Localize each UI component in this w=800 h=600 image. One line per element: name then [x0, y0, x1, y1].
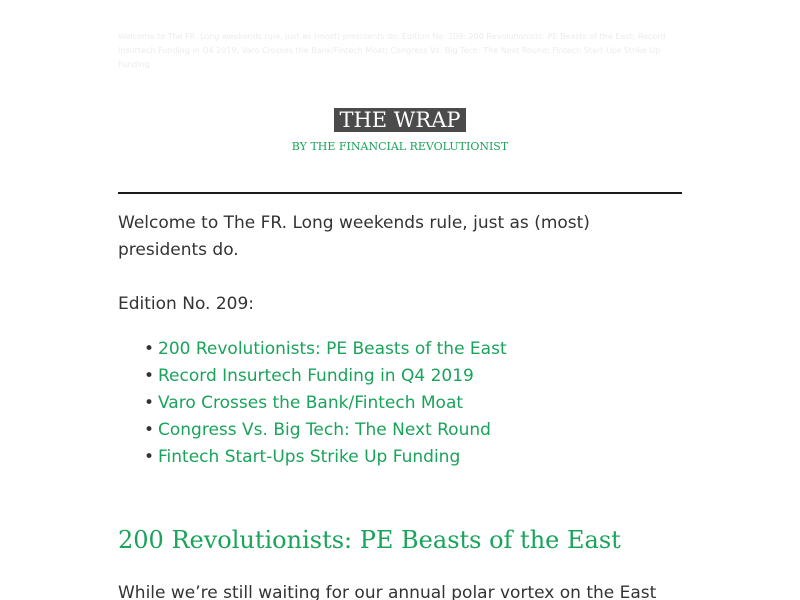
masthead: THE WRAP BY THE FINANCIAL REVOLUTIONIST	[0, 108, 800, 153]
email-preheader: Welcome to The FR. Long weekends rule, j…	[118, 32, 666, 69]
toc-link-insurtech-funding[interactable]: Record Insurtech Funding in Q4 2019	[158, 366, 474, 386]
newsletter-page: Welcome to The FR. Long weekends rule, j…	[0, 0, 800, 600]
toc-link-startup-funding[interactable]: Fintech Start-Ups Strike Up Funding	[158, 447, 460, 467]
table-of-contents: 200 Revolutionists: PE Beasts of the Eas…	[140, 336, 507, 471]
toc-item: Varo Crosses the Bank/Fintech Moat	[144, 390, 507, 417]
toc-link-varo[interactable]: Varo Crosses the Bank/Fintech Moat	[158, 393, 463, 413]
section-lead-paragraph: While we’re still waiting for our annual…	[118, 583, 657, 600]
toc-item: Fintech Start-Ups Strike Up Funding	[144, 444, 507, 471]
intro-paragraph: Welcome to The FR. Long weekends rule, j…	[118, 213, 590, 260]
section-heading: 200 Revolutionists: PE Beasts of the Eas…	[118, 526, 621, 554]
toc-item: Congress Vs. Big Tech: The Next Round	[144, 417, 507, 444]
toc-item: 200 Revolutionists: PE Beasts of the Eas…	[144, 336, 507, 363]
newsletter-byline[interactable]: BY THE FINANCIAL REVOLUTIONIST	[0, 140, 800, 153]
newsletter-title: THE WRAP	[334, 108, 466, 132]
toc-link-congress-big-tech[interactable]: Congress Vs. Big Tech: The Next Round	[158, 420, 491, 440]
toc-item: Record Insurtech Funding in Q4 2019	[144, 363, 507, 390]
toc-link-pe-beasts[interactable]: 200 Revolutionists: PE Beasts of the Eas…	[158, 339, 507, 359]
header-divider	[118, 192, 682, 194]
edition-number: Edition No. 209:	[118, 294, 255, 314]
